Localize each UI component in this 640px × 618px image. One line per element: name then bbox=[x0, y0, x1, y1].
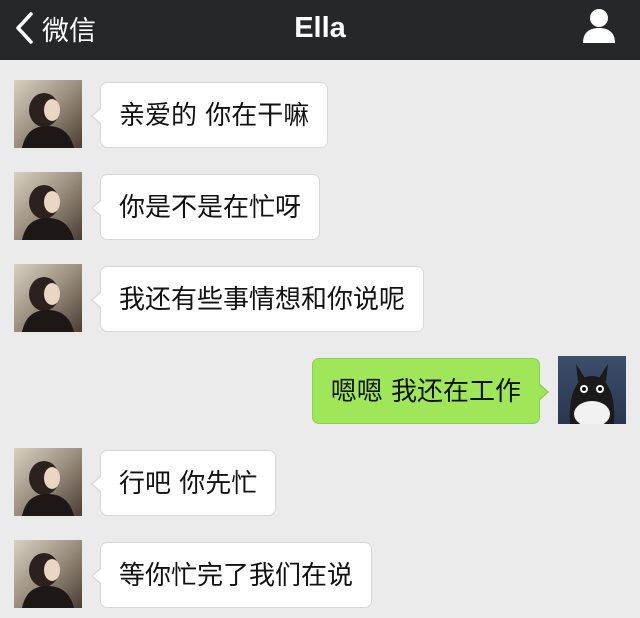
chat-title: Ella bbox=[294, 12, 346, 44]
my-avatar[interactable] bbox=[558, 356, 626, 424]
message-row: 等你忙完了我们在说 bbox=[0, 540, 640, 610]
message-row: 你是不是在忙呀 bbox=[0, 172, 640, 242]
navigation-bar: 微信 Ella bbox=[0, 0, 640, 60]
message-row: 行吧 你先忙 bbox=[0, 448, 640, 518]
incoming-message-bubble[interactable]: 你是不是在忙呀 bbox=[90, 174, 321, 240]
message-row: 亲爱的 你在干嘛 bbox=[0, 80, 640, 150]
incoming-message-bubble[interactable]: 等你忙完了我们在说 bbox=[90, 542, 373, 608]
contact-avatar[interactable] bbox=[14, 80, 82, 148]
chat-area[interactable]: 亲爱的 你在干嘛 你是不是在忙呀 我还有些事情想和你说呢 嗯嗯 我还在工作 行吧… bbox=[0, 60, 640, 618]
contact-avatar[interactable] bbox=[14, 540, 82, 608]
incoming-message-bubble[interactable]: 行吧 你先忙 bbox=[90, 450, 277, 516]
message-row: 我还有些事情想和你说呢 bbox=[0, 264, 640, 334]
contact-avatar[interactable] bbox=[14, 448, 82, 516]
incoming-message-bubble[interactable]: 我还有些事情想和你说呢 bbox=[90, 266, 425, 332]
message-row: 嗯嗯 我还在工作 bbox=[0, 356, 640, 426]
contact-avatar[interactable] bbox=[14, 264, 82, 332]
contact-avatar[interactable] bbox=[14, 172, 82, 240]
incoming-message-bubble[interactable]: 亲爱的 你在干嘛 bbox=[90, 82, 329, 148]
outgoing-message-bubble[interactable]: 嗯嗯 我还在工作 bbox=[311, 358, 550, 424]
profile-button[interactable] bbox=[582, 8, 616, 44]
person-icon bbox=[583, 9, 615, 43]
